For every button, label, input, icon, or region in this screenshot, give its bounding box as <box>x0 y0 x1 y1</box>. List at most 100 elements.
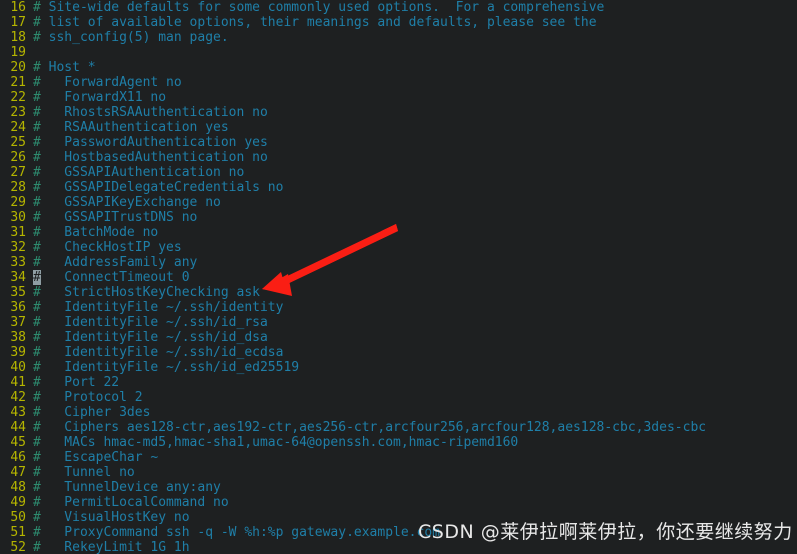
code-line[interactable]: 18 # ssh_config(5) man page. <box>0 30 797 45</box>
comment-text: ssh_config(5) man page. <box>40 30 229 45</box>
line-number: 30 <box>10 210 26 225</box>
line-number: 40 <box>10 360 26 375</box>
code-line[interactable]: 36 # IdentityFile ~/.ssh/identity <box>0 300 797 315</box>
comment-hash: # <box>33 0 41 15</box>
code-line[interactable]: 32 # CheckHostIP yes <box>0 240 797 255</box>
code-line[interactable]: 48 # TunnelDevice any:any <box>0 480 797 495</box>
line-number: 36 <box>10 300 26 315</box>
terminal-editor-window[interactable]: 16 # Site-wide defaults for some commonly… <box>0 0 797 554</box>
code-line[interactable]: 21 # ForwardAgent no <box>0 75 797 90</box>
comment-text: IdentityFile ~/.ssh/id_dsa <box>40 330 268 345</box>
code-line[interactable]: 25 # PasswordAuthentication yes <box>0 135 797 150</box>
code-line[interactable]: 34 # ConnectTimeout 0 <box>0 270 797 285</box>
code-line[interactable]: 39 # IdentityFile ~/.ssh/id_ecdsa <box>0 345 797 360</box>
comment-text: RekeyLimit 1G 1h <box>40 540 190 554</box>
line-number: 39 <box>10 345 26 360</box>
line-number: 48 <box>10 480 26 495</box>
comment-hash: # <box>33 60 41 75</box>
comment-text: Tunnel no <box>40 465 135 480</box>
line-number: 26 <box>10 150 26 165</box>
comment-text: Protocol 2 <box>40 390 143 405</box>
comment-text: ForwardAgent no <box>40 75 182 90</box>
comment-text: GSSAPIKeyExchange no <box>40 195 221 210</box>
code-line[interactable]: 26 # HostbasedAuthentication no <box>0 150 797 165</box>
comment-hash: # <box>33 525 41 540</box>
comment-text: CheckHostIP yes <box>40 240 182 255</box>
comment-hash: # <box>33 375 41 390</box>
code-line[interactable]: 43 # Cipher 3des <box>0 405 797 420</box>
line-number: 47 <box>10 465 26 480</box>
comment-text: IdentityFile ~/.ssh/identity <box>40 300 284 315</box>
comment-hash: # <box>33 330 41 345</box>
code-line[interactable]: 37 # IdentityFile ~/.ssh/id_rsa <box>0 315 797 330</box>
comment-hash: # <box>33 180 41 195</box>
line-number: 52 <box>10 540 26 554</box>
comment-text: Host * <box>40 60 96 75</box>
code-line[interactable]: 42 # Protocol 2 <box>0 390 797 405</box>
line-number: 50 <box>10 510 26 525</box>
comment-text: MACs hmac-md5,hmac-sha1,umac-64@openssh.… <box>40 435 519 450</box>
line-number: 29 <box>10 195 26 210</box>
code-line[interactable]: 31 # BatchMode no <box>0 225 797 240</box>
line-number: 28 <box>10 180 26 195</box>
code-line[interactable]: 44 # Ciphers aes128-ctr,aes192-ctr,aes256… <box>0 420 797 435</box>
comment-text: ForwardX11 no <box>40 90 167 105</box>
code-line[interactable]: 45 # MACs hmac-md5,hmac-sha1,umac-64@open… <box>0 435 797 450</box>
comment-text: Cipher 3des <box>40 405 151 420</box>
code-line[interactable]: 22 # ForwardX11 no <box>0 90 797 105</box>
code-line[interactable]: 24 # RSAAuthentication yes <box>0 120 797 135</box>
code-line[interactable]: 35 # StrictHostKeyChecking ask <box>0 285 797 300</box>
comment-hash: # <box>33 480 41 495</box>
comment-hash: # <box>33 240 41 255</box>
code-line[interactable]: 27 # GSSAPIAuthentication no <box>0 165 797 180</box>
comment-text: IdentityFile ~/.ssh/id_ecdsa <box>40 345 284 360</box>
line-number: 37 <box>10 315 26 330</box>
code-line[interactable]: 47 # Tunnel no <box>0 465 797 480</box>
code-line[interactable]: 20 # Host * <box>0 60 797 75</box>
comment-text: HostbasedAuthentication no <box>40 150 268 165</box>
line-number: 24 <box>10 120 26 135</box>
comment-hash: # <box>33 90 41 105</box>
code-line[interactable]: 29 # GSSAPIKeyExchange no <box>0 195 797 210</box>
code-line[interactable]: 40 # IdentityFile ~/.ssh/id_ed25519 <box>0 360 797 375</box>
line-number: 32 <box>10 240 26 255</box>
comment-text: list of available options, their meaning… <box>40 15 597 30</box>
line-number: 21 <box>10 75 26 90</box>
comment-text: GSSAPIDelegateCredentials no <box>40 180 284 195</box>
comment-text: Ciphers aes128-ctr,aes192-ctr,aes256-ctr… <box>40 420 707 435</box>
code-line[interactable]: 30 # GSSAPITrustDNS no <box>0 210 797 225</box>
comment-text: Port 22 <box>40 375 120 390</box>
comment-hash: # <box>33 390 41 405</box>
comment-hash: # <box>33 405 41 420</box>
code-line[interactable]: 49 # PermitLocalCommand no <box>0 495 797 510</box>
line-number: 17 <box>10 15 26 30</box>
line-number: 27 <box>10 165 26 180</box>
code-line[interactable]: 16 # Site-wide defaults for some commonly… <box>0 0 797 15</box>
code-line[interactable]: 19 <box>0 45 797 60</box>
code-line[interactable]: 33 # AddressFamily any <box>0 255 797 270</box>
line-number: 43 <box>10 405 26 420</box>
line-number: 38 <box>10 330 26 345</box>
comment-hash: # <box>33 510 41 525</box>
comment-hash: # <box>33 195 41 210</box>
comment-hash: # <box>33 150 41 165</box>
comment-text: TunnelDevice any:any <box>40 480 221 495</box>
comment-hash: # <box>33 210 41 225</box>
line-number: 51 <box>10 525 26 540</box>
comment-text: VisualHostKey no <box>40 510 190 525</box>
code-line[interactable]: 28 # GSSAPIDelegateCredentials no <box>0 180 797 195</box>
comment-hash: # <box>33 105 41 120</box>
code-line[interactable]: 23 # RhostsRSAAuthentication no <box>0 105 797 120</box>
comment-text: StrictHostKeyChecking ask <box>40 285 260 300</box>
code-line[interactable]: 46 # EscapeChar ~ <box>0 450 797 465</box>
line-number: 34 <box>10 270 26 285</box>
code-line[interactable]: 38 # IdentityFile ~/.ssh/id_dsa <box>0 330 797 345</box>
code-line[interactable]: 17 # list of available options, their mea… <box>0 15 797 30</box>
line-number: 33 <box>10 255 26 270</box>
comment-text: RSAAuthentication yes <box>40 120 229 135</box>
line-number: 41 <box>10 375 26 390</box>
code-line[interactable]: 41 # Port 22 <box>0 375 797 390</box>
code-text-area[interactable]: 16 # Site-wide defaults for some commonly… <box>0 0 797 554</box>
comment-hash: # <box>33 495 41 510</box>
csdn-watermark: CSDN @莱伊拉啊莱伊拉，你还要继续努力 <box>418 519 793 545</box>
